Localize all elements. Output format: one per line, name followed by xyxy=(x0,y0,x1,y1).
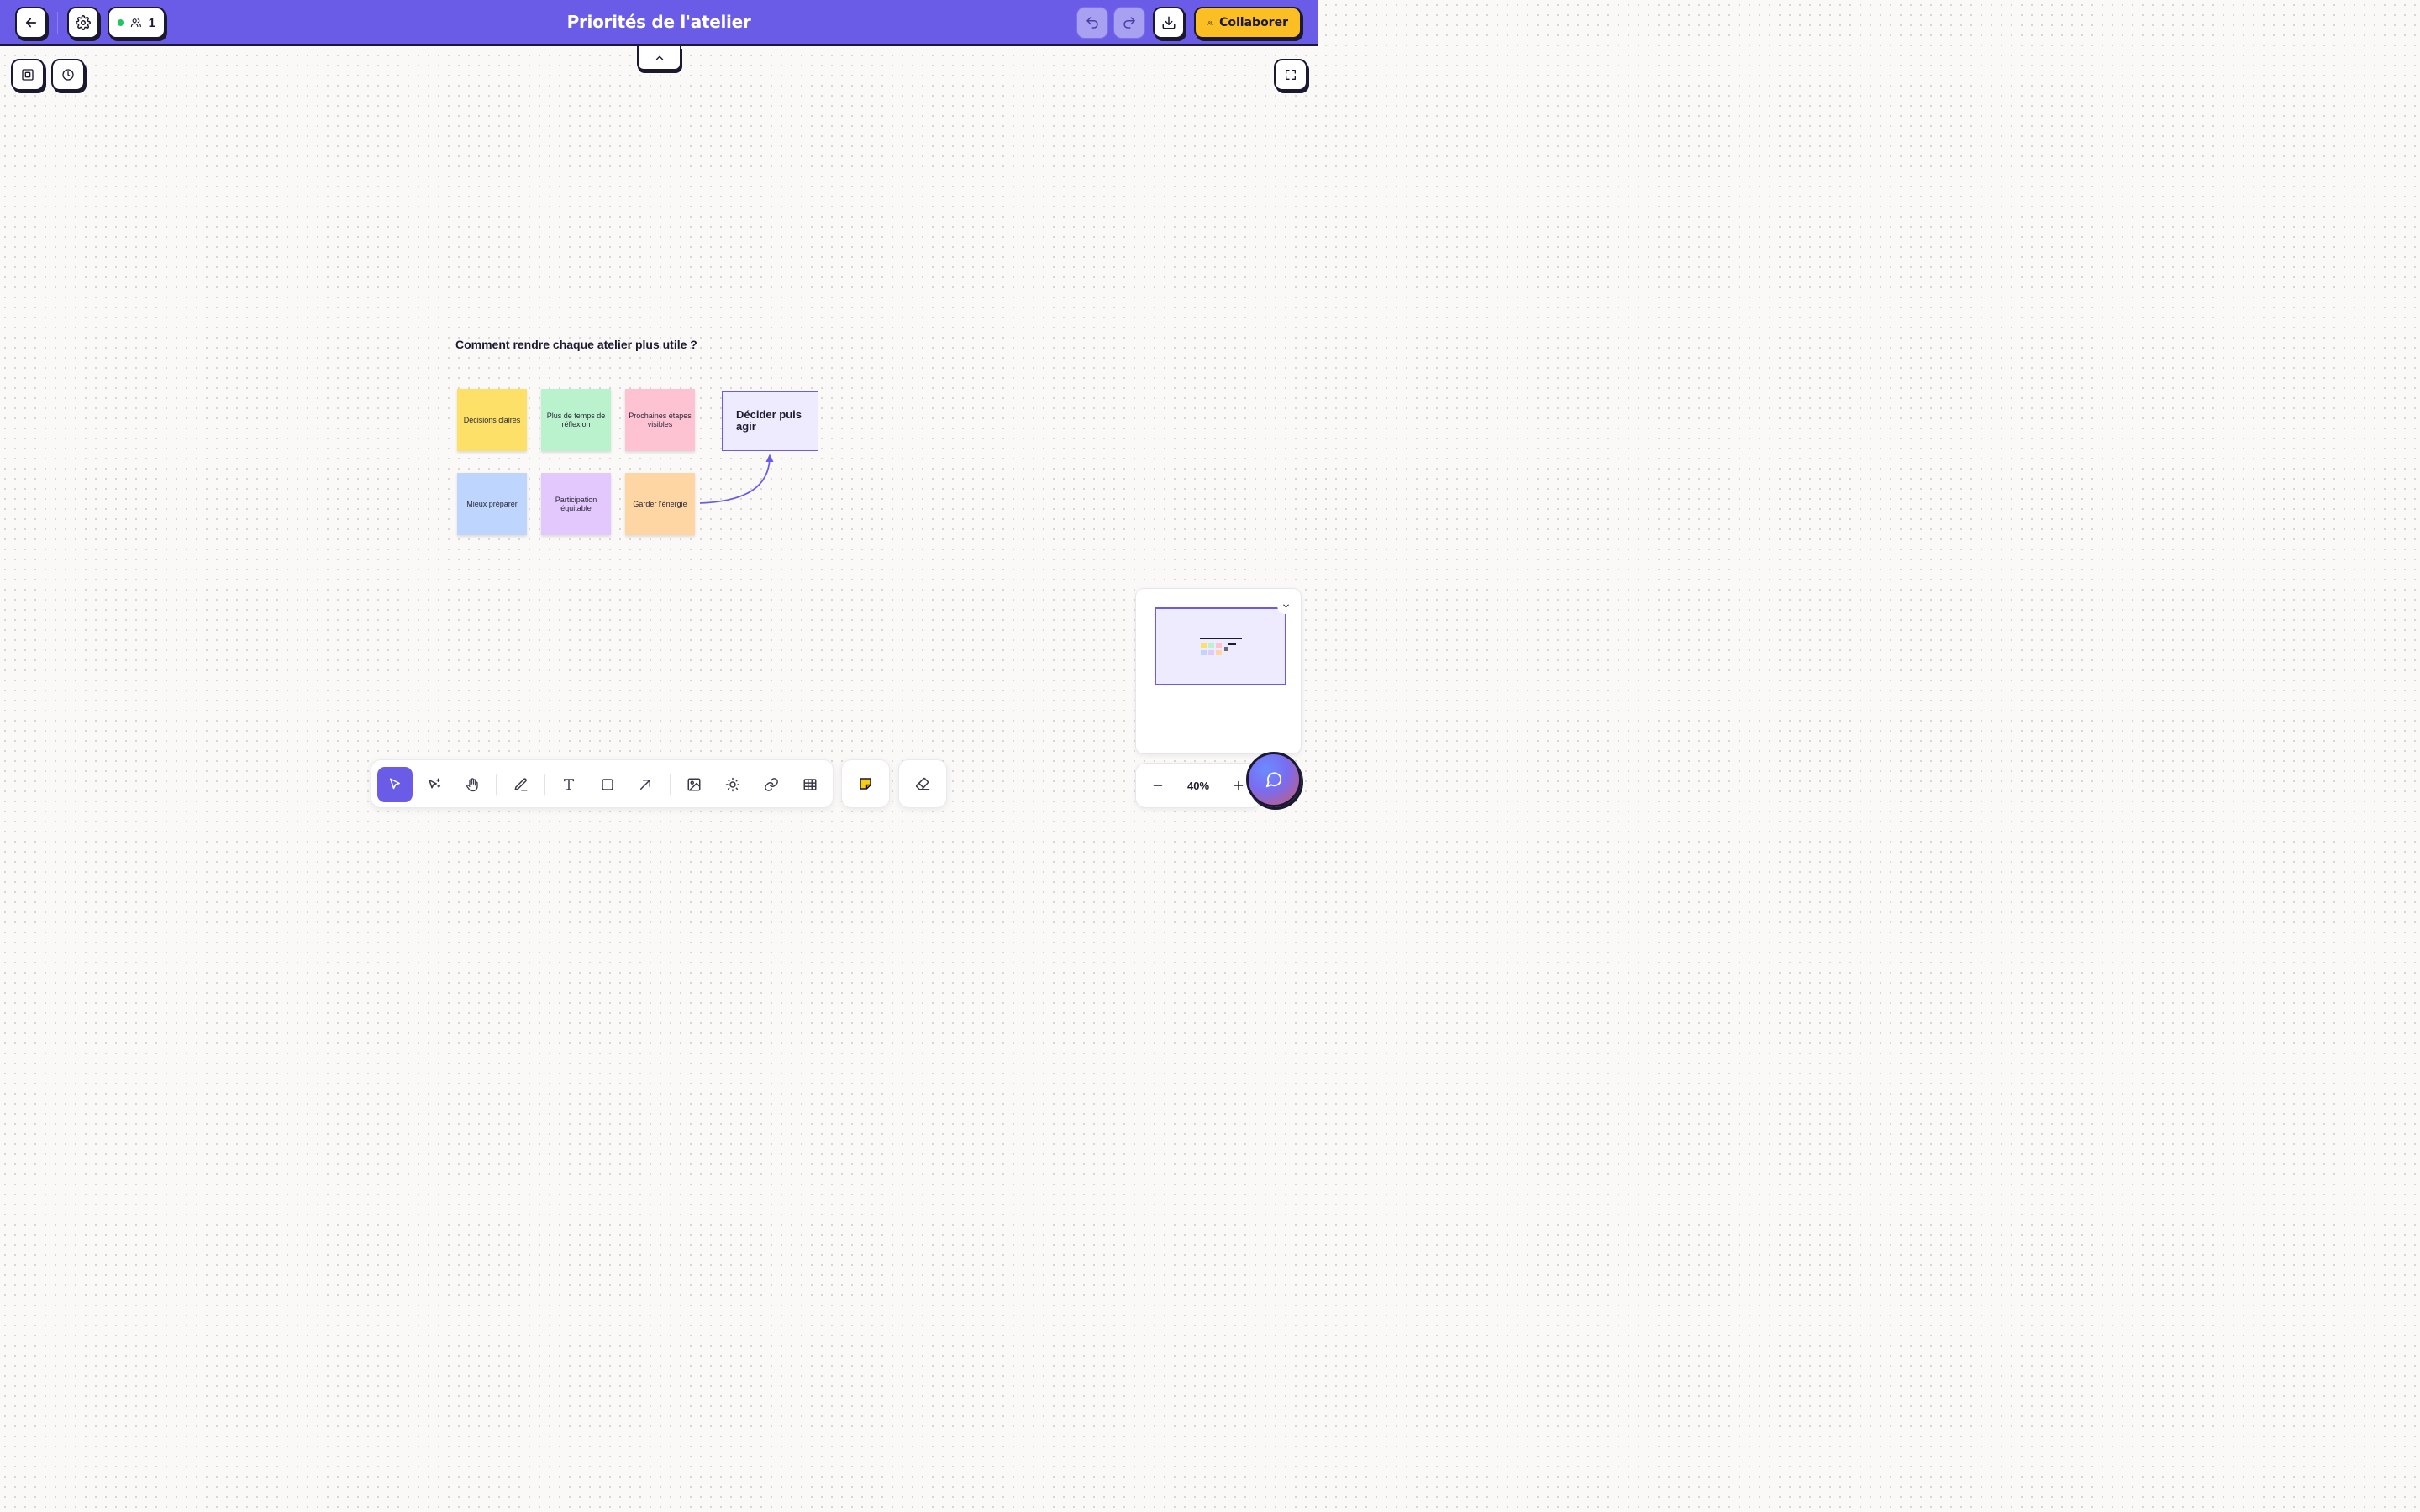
select-tool[interactable] xyxy=(377,767,413,802)
sticky-note[interactable]: Plus de temps de réflexion xyxy=(541,389,611,451)
frame-icon xyxy=(21,68,34,81)
minimap-sticky xyxy=(1216,643,1222,648)
sticky-note-icon xyxy=(858,776,873,791)
sticky-note[interactable]: Décisions claires xyxy=(457,389,527,451)
clock-icon xyxy=(61,68,75,81)
download-icon xyxy=(1161,15,1176,30)
collaborate-label: Collaborer xyxy=(1219,16,1288,29)
minimap-box-mark xyxy=(1228,643,1236,645)
top-bar: 1 Priorités de l'atelier Collaborer xyxy=(0,0,1318,46)
expand-icon xyxy=(1284,68,1297,81)
minimap-sticky xyxy=(1201,643,1207,648)
eraser-tool[interactable] xyxy=(898,759,947,808)
image-tool[interactable] xyxy=(676,767,712,802)
minimap-arrow-mark xyxy=(1224,647,1228,651)
shape-tool[interactable] xyxy=(590,767,625,802)
chevron-up-icon xyxy=(654,52,666,64)
undo-icon xyxy=(1085,15,1100,30)
sticky-note[interactable]: Prochaines étapes visibles xyxy=(625,389,695,451)
assistant-chat-button[interactable] xyxy=(1246,752,1302,807)
pen-icon xyxy=(513,777,529,792)
frames-button[interactable] xyxy=(11,59,45,91)
text-icon xyxy=(561,777,576,792)
minimap-sticky xyxy=(1208,650,1214,655)
chat-icon xyxy=(1265,770,1283,789)
collaborate-button[interactable]: Collaborer xyxy=(1194,7,1302,39)
pen-tool[interactable] xyxy=(503,767,539,802)
hand-icon xyxy=(465,777,480,792)
connector-arrow[interactable] xyxy=(689,445,790,512)
eraser-icon xyxy=(915,776,930,791)
magic-cursor-icon xyxy=(427,777,442,792)
arrow-icon xyxy=(638,777,653,792)
zoom-controls: 40% xyxy=(1135,763,1261,808)
image-icon xyxy=(687,777,702,792)
minimap[interactable] xyxy=(1135,588,1302,754)
minimap-collapse-button[interactable] xyxy=(1277,597,1294,614)
collapse-header-button[interactable] xyxy=(637,46,681,71)
table-tool[interactable] xyxy=(792,767,828,802)
toolbar-divider xyxy=(670,774,671,795)
sticky-note[interactable]: Participation équitable xyxy=(541,473,611,535)
history-button[interactable] xyxy=(51,59,85,91)
sticky-note[interactable]: Garder l'énergie xyxy=(625,473,695,535)
undo-button[interactable] xyxy=(1076,7,1108,39)
magic-select-tool[interactable] xyxy=(417,767,452,802)
decision-text-box[interactable]: Décider puis agir xyxy=(722,391,818,451)
ai-tool[interactable] xyxy=(715,767,750,802)
sparkle-icon xyxy=(725,777,740,792)
minimap-viewport[interactable] xyxy=(1155,607,1286,685)
toolbar-divider xyxy=(496,774,497,795)
users-icon xyxy=(1207,17,1213,29)
board-question-text[interactable]: Comment rendre chaque atelier plus utile… xyxy=(455,338,697,351)
minimap-sticky xyxy=(1201,650,1207,655)
square-icon xyxy=(600,777,615,792)
sticky-note-tool[interactable] xyxy=(841,759,890,808)
arrow-tool[interactable] xyxy=(628,767,663,802)
minimap-sticky xyxy=(1208,643,1214,648)
chevron-down-icon xyxy=(1281,601,1291,611)
minimap-sticky xyxy=(1216,650,1222,655)
link-icon xyxy=(764,777,779,792)
redo-button[interactable] xyxy=(1113,7,1145,39)
table-icon xyxy=(802,777,818,792)
drawing-toolbar xyxy=(371,759,834,808)
zoom-in-button[interactable] xyxy=(1231,778,1246,793)
fullscreen-button[interactable] xyxy=(1274,59,1307,91)
cursor-icon xyxy=(387,777,402,792)
minimap-title-mark xyxy=(1200,638,1242,639)
text-tool[interactable] xyxy=(551,767,587,802)
toolbar-divider xyxy=(544,774,545,795)
redo-icon xyxy=(1122,15,1137,30)
download-button[interactable] xyxy=(1153,7,1185,39)
link-tool[interactable] xyxy=(754,767,789,802)
sticky-note[interactable]: Mieux préparer xyxy=(457,473,527,535)
hand-tool[interactable] xyxy=(455,767,490,802)
